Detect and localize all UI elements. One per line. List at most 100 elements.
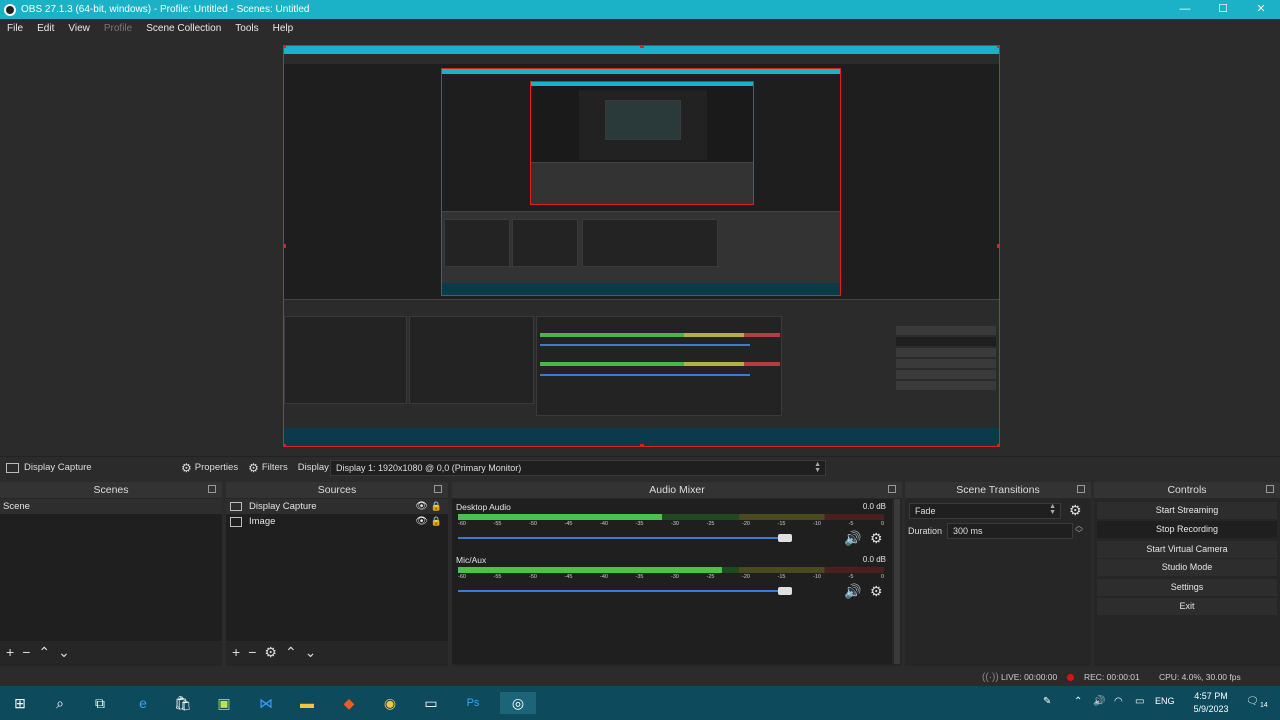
volume-slider[interactable] [458,590,778,592]
chevron-up-icon[interactable]: ⌃ [1074,696,1082,707]
undock-icon[interactable] [434,485,442,493]
language-indicator[interactable]: ENG [1155,696,1175,706]
start-virtual-camera-button[interactable]: Start Virtual Camera [1097,541,1277,558]
gear-icon[interactable]: ⚙ [1069,502,1082,519]
search-icon[interactable]: ⌕ [49,692,71,714]
pycharm-icon[interactable]: ▣ [213,692,235,714]
start-streaming-button[interactable]: Start Streaming [1097,502,1277,519]
stop-recording-button[interactable]: Stop Recording [1097,521,1277,538]
store-icon[interactable]: 🛍 [172,692,194,714]
source-item[interactable]: Display Capture 👁 🔒 [226,499,448,514]
add-source-icon[interactable]: + [232,645,240,659]
menu-view[interactable]: View [61,23,97,34]
obs-taskbar-icon[interactable]: ◎ [500,692,536,714]
gear-icon[interactable]: ⚙ [870,583,883,600]
maximize-button[interactable]: ☐ [1204,0,1242,19]
move-up-icon[interactable]: ⌃ [285,645,297,659]
brave-icon[interactable]: ◆ [338,692,360,714]
gear-icon: ⚙ [181,460,192,475]
preview-canvas[interactable] [283,45,1000,447]
lock-icon[interactable]: 🔒 [431,499,442,514]
volume-slider-knob[interactable] [777,587,792,595]
updown-icon: ▲ ▼ [1049,503,1056,516]
gear-icon[interactable]: ⚙ [264,645,277,659]
mixer-scrollbar[interactable] [894,499,900,664]
menu-file[interactable]: File [0,23,30,34]
vscode-icon[interactable]: ⋈ [255,692,277,714]
meter-tick-label: -40 [600,574,608,580]
channel-name: Desktop Audio [456,502,511,512]
photoshop-icon[interactable]: Ps [462,692,484,714]
meter-tick-label: -35 [635,521,644,527]
transition-select-value: Fade [915,506,936,516]
meter-tick-label: -25 [706,574,715,580]
windows-start-icon[interactable]: ⊞ [9,692,31,714]
display-label-text: Display [297,462,329,473]
menu-edit[interactable]: Edit [30,23,61,34]
undock-icon[interactable] [1077,485,1085,493]
volume-icon[interactable]: 🔊 [1093,696,1105,707]
undock-icon[interactable] [208,485,216,493]
undock-icon[interactable] [888,485,896,493]
menu-profile[interactable]: Profile [97,23,139,34]
wifi-icon[interactable]: ◠ [1114,696,1123,707]
pen-icon[interactable]: ✎ [1043,696,1051,707]
monitor-icon [230,502,242,511]
eye-icon[interactable]: 👁 [415,499,428,514]
meter-tick-label: -45 [564,574,573,580]
properties-button[interactable]: ⚙ Properties [181,461,238,475]
exit-button[interactable]: Exit [1097,598,1277,615]
preview-area[interactable] [0,37,1280,456]
scene-item-label: Scene [3,501,30,512]
lock-icon[interactable]: 🔒 [431,514,442,529]
filters-button[interactable]: ⚙ Filters [248,461,288,475]
source-toolbar: Display Capture ⚙ Properties ⚙ Filters D… [0,456,1280,478]
source-item[interactable]: Image 👁 🔒 [226,514,448,529]
minimize-button[interactable]: — [1166,0,1204,19]
gear-icon[interactable]: ⚙ [870,530,883,547]
rec-status: REC: 00:00:01 [1084,672,1140,682]
meter-tick-label: -25 [706,521,715,527]
edge-icon[interactable]: e [132,692,154,714]
display-select[interactable]: Display 1: 1920x1080 @ 0,0 (Primary Moni… [330,460,826,476]
add-scene-icon[interactable]: + [6,645,14,659]
menu-help[interactable]: Help [266,23,301,34]
remove-scene-icon[interactable]: − [22,645,30,659]
transition-select[interactable]: Fade ▲ ▼ [909,503,1061,519]
task-view-icon[interactable]: ⧉ [89,692,111,714]
clock[interactable]: 4:57 PM 5/9/2023 [1178,690,1244,716]
speaker-icon[interactable]: 🔊 [844,530,861,547]
chrome-icon[interactable]: ◉ [379,692,401,714]
speaker-icon[interactable]: 🔊 [844,583,861,600]
sources-title: Sources [317,484,357,496]
display-label: Display [298,462,329,473]
duration-value: 300 ms [953,526,983,536]
menu-tools[interactable]: Tools [228,23,265,34]
nested-preview [441,68,841,296]
move-up-icon[interactable]: ⌃ [38,645,50,659]
app-window-icon[interactable]: ▭ [420,692,442,714]
studio-mode-button[interactable]: Studio Mode [1097,559,1277,576]
move-down-icon[interactable]: ⌄ [58,645,70,659]
file-explorer-icon[interactable]: ▬ [296,692,318,714]
display-select-value: Display 1: 1920x1080 @ 0,0 (Primary Moni… [336,463,522,473]
remove-source-icon[interactable]: − [248,645,256,659]
settings-button[interactable]: Settings [1097,579,1277,596]
menu-scene-collection[interactable]: Scene Collection [139,23,228,34]
battery-icon[interactable]: ▭ [1135,696,1144,707]
notification-icon[interactable]: 🗨 [1246,696,1259,707]
mixer-channel-mic: Mic/Aux 0.0 dB -60 -55 -50 -45 -40 -35 -30 -25-… [456,555,888,607]
close-button[interactable]: ✕ [1242,0,1280,19]
monitor-icon [6,462,19,473]
eye-icon[interactable]: 👁 [415,514,428,529]
scene-item[interactable]: Scene [0,499,222,514]
volume-slider-knob[interactable] [777,534,792,542]
meter-tick-label: -50 [529,521,537,527]
spin-icon[interactable]: ︿ ﹀ [1075,522,1083,538]
volume-slider[interactable] [458,537,778,539]
status-bar: ((·)) LIVE: 00:00:00 REC: 00:00:01 CPU: … [0,668,1280,686]
undock-icon[interactable] [1266,485,1274,493]
move-down-icon[interactable]: ⌄ [305,645,317,659]
duration-input[interactable]: 300 ms [947,523,1073,539]
meter-ticks: -60 -55 -50 -45 -40 -35 -30 -25 -20 -15 -10 -5 0 [458,521,884,529]
